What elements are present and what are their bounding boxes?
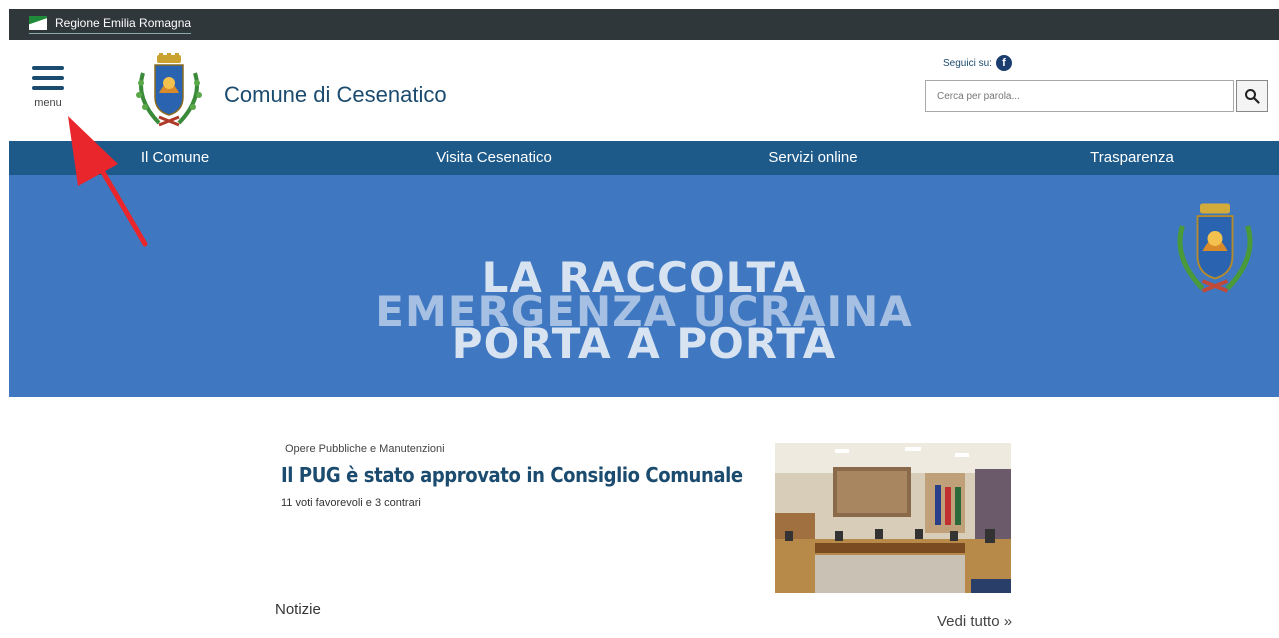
region-bar: Regione Emilia Romagna: [9, 9, 1279, 40]
nav-item-trasparenza[interactable]: Trasparenza: [1032, 141, 1232, 175]
see-all-link[interactable]: Vedi tutto »: [937, 613, 1012, 630]
page-frame: Regione Emilia Romagna menu Comune di Ce…: [9, 9, 1279, 638]
banner-coat-of-arms: [1177, 203, 1253, 293]
nav-item-il-comune[interactable]: Il Comune: [75, 141, 275, 175]
nav-item-visita-cesenatico[interactable]: Visita Cesenatico: [394, 141, 594, 175]
menu-button[interactable]: menu: [29, 65, 67, 113]
region-link[interactable]: Regione Emilia Romagna: [29, 14, 192, 34]
banner-line-3: PORTA A PORTA: [451, 319, 837, 368]
site-header: menu Comune di Cesenatico Seguici su: f: [9, 40, 1279, 141]
news-category: Opere Pubbliche e Manutenzioni: [285, 443, 445, 455]
nav-item-servizi-online[interactable]: Servizi online: [713, 141, 913, 175]
search-input[interactable]: [925, 80, 1234, 112]
news-photo[interactable]: [775, 443, 1011, 593]
coat-of-arms-logo[interactable]: [129, 53, 209, 133]
main-nav: Il Comune Visita Cesenatico Servizi onli…: [9, 141, 1279, 175]
hamburger-icon: [32, 66, 64, 70]
menu-label: menu: [34, 97, 62, 109]
facebook-icon[interactable]: f: [995, 55, 1012, 71]
follow-label: Seguici su:: [943, 57, 992, 69]
search-icon: [1245, 89, 1260, 104]
site-title[interactable]: Comune di Cesenatico: [224, 82, 447, 108]
search-button[interactable]: [1236, 80, 1268, 112]
news-subtitle: 11 voti favorevoli e 3 contrari: [281, 497, 421, 509]
region-label: Regione Emilia Romagna: [55, 16, 192, 30]
region-flag-icon: [29, 16, 47, 30]
hero-banner[interactable]: LA RACCOLTA EMERGENZA UCRAINA PORTA A PO…: [9, 175, 1279, 397]
social-follow: Seguici su: f: [943, 55, 1012, 71]
section-title: Notizie: [275, 601, 321, 618]
news-title[interactable]: Il PUG è stato approvato in Consiglio Co…: [281, 463, 743, 487]
